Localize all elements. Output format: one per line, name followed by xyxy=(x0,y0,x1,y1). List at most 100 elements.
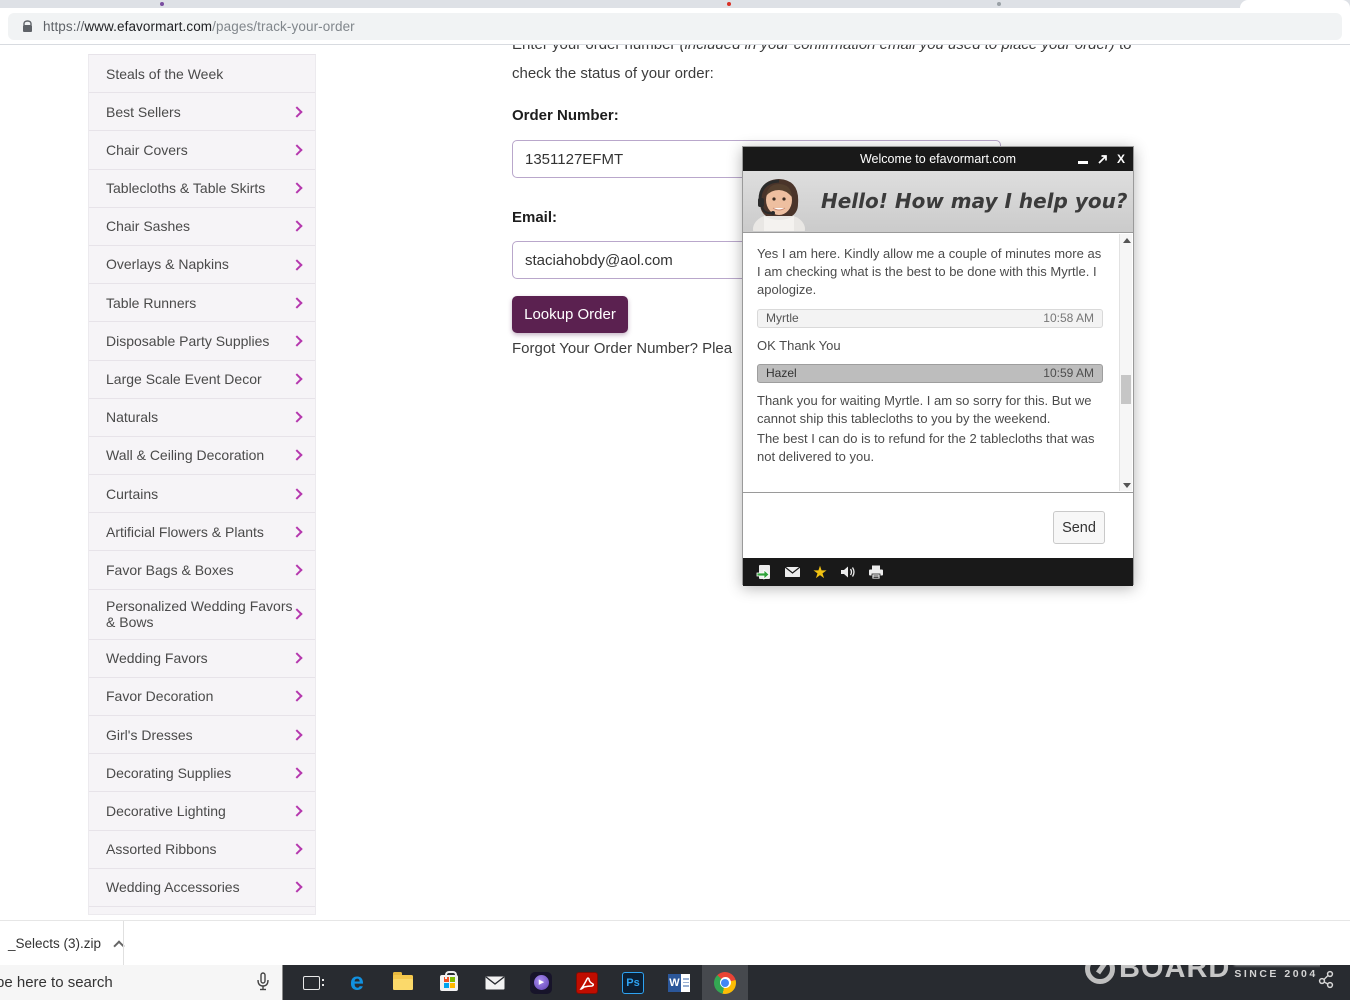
chat-message: Yes I am here. Kindly allow me a couple … xyxy=(757,245,1103,300)
minimize-icon[interactable] xyxy=(1078,154,1088,164)
browser-toolbar: https://www.efavormart.com/pages/track-y… xyxy=(0,8,1350,45)
url-text: https://www.efavormart.com/pages/track-y… xyxy=(43,19,355,34)
chat-scrollbar[interactable] xyxy=(1119,234,1132,491)
browser-tab-strip xyxy=(0,0,1350,8)
address-bar[interactable]: https://www.efavormart.com/pages/track-y… xyxy=(8,13,1342,40)
sidebar-item-label: Chair Covers xyxy=(106,142,188,158)
download-divider xyxy=(123,921,124,966)
chat-message-time: 10:58 AM xyxy=(1043,311,1094,325)
send-button[interactable]: Send xyxy=(1053,511,1105,544)
task-view-icon[interactable] xyxy=(288,965,334,1000)
sidebar-item[interactable]: Large Scale Event Decor xyxy=(89,361,315,399)
order-number-label: Order Number: xyxy=(512,107,619,124)
sidebar-item[interactable]: Girl's Dresses xyxy=(89,716,315,754)
sidebar-item[interactable]: Assorted Ribbons xyxy=(89,831,315,869)
sidebar-item[interactable]: Wedding Favors xyxy=(89,640,315,678)
intro-text-line2: check the status of your order: xyxy=(512,65,714,82)
sidebar-item-label: Decorative Lighting xyxy=(106,803,226,819)
chat-agent-name: Hazel xyxy=(766,366,797,380)
sidebar-item[interactable]: Wedding Accessories xyxy=(89,869,315,907)
chat-titlebar[interactable]: Welcome to efavormart.com X xyxy=(743,147,1133,171)
chat-widget: Welcome to efavormart.com X xyxy=(742,146,1134,585)
taskbar-search[interactable]: pe here to search xyxy=(0,965,283,1000)
sidebar-item[interactable]: Disposable Party Supplies xyxy=(89,322,315,360)
chat-title: Welcome to efavormart.com xyxy=(860,152,1016,166)
sidebar-item-label: Favor Decoration xyxy=(106,688,213,704)
media-player-icon[interactable]: ▶ xyxy=(518,965,564,1000)
scroll-down-icon[interactable] xyxy=(1120,479,1133,491)
sidebar-item-partial xyxy=(89,907,315,915)
chat-message-paragraph: The best I can do is to refund for the 2… xyxy=(757,430,1103,466)
print-icon[interactable] xyxy=(867,563,885,581)
search-text: pe here to search xyxy=(0,974,113,991)
lock-icon xyxy=(22,20,33,33)
chat-message: OK Thank You xyxy=(757,337,1103,355)
download-item[interactable]: _Selects (3).zip xyxy=(8,921,123,966)
rating-star-icon[interactable]: ★ xyxy=(811,563,829,581)
scrollbar-thumb[interactable] xyxy=(1121,375,1131,404)
chat-message-paragraph: OK Thank You xyxy=(757,337,1103,355)
photoshop-icon[interactable]: Ps xyxy=(610,965,656,1000)
chevron-right-icon xyxy=(291,373,302,384)
file-explorer-icon[interactable] xyxy=(380,965,426,1000)
sidebar-item[interactable]: Curtains xyxy=(89,475,315,513)
sidebar-menu: Steals of the Week Best Sellers Chair Cove… xyxy=(89,55,315,907)
lookup-order-button[interactable]: Lookup Order xyxy=(512,296,628,333)
sidebar-item[interactable]: Naturals xyxy=(89,399,315,437)
chevron-right-icon xyxy=(291,767,302,778)
sidebar-item-label: Girl's Dresses xyxy=(106,727,193,743)
sidebar-item[interactable]: Wall & Ceiling Decoration xyxy=(89,437,315,475)
chevron-right-icon xyxy=(291,691,302,702)
sidebar-item[interactable]: Chair Covers xyxy=(89,131,315,169)
edge-icon[interactable]: e xyxy=(334,965,380,1000)
chat-message: Thank you for waiting Myrtle. I am so so… xyxy=(757,392,1103,467)
chevron-right-icon xyxy=(291,106,302,117)
sidebar-item-label: Table Runners xyxy=(106,295,196,311)
chevron-right-icon xyxy=(291,843,302,854)
acrobat-icon[interactable] xyxy=(564,965,610,1000)
chat-message-meta: Myrtle10:58 AM xyxy=(757,309,1103,328)
sidebar-item[interactable]: Favor Decoration xyxy=(89,678,315,716)
active-tab[interactable] xyxy=(1240,0,1350,8)
chevron-right-icon xyxy=(291,297,302,308)
scroll-up-icon[interactable] xyxy=(1120,234,1133,246)
close-icon[interactable]: X xyxy=(1117,153,1125,165)
word-icon[interactable]: W xyxy=(656,965,702,1000)
chat-message-time: 10:59 AM xyxy=(1043,366,1094,380)
chevron-right-icon xyxy=(291,335,302,346)
sidebar-item-label: Personalized Wedding Favors & Bows xyxy=(106,598,293,630)
popout-icon[interactable] xyxy=(1097,154,1108,165)
forgot-order-text: Forgot Your Order Number? Plea xyxy=(512,340,732,357)
chevron-right-icon xyxy=(291,526,302,537)
chrome-icon[interactable] xyxy=(702,965,748,1000)
chat-greeting: Hello! How may I help you? xyxy=(821,189,1127,213)
sidebar-item[interactable]: Personalized Wedding Favors & Bows xyxy=(89,590,315,640)
chevron-right-icon xyxy=(291,144,302,155)
agent-avatar xyxy=(746,172,810,231)
sidebar-item[interactable]: Steals of the Week xyxy=(89,55,315,93)
sidebar-item[interactable]: Artificial Flowers & Plants xyxy=(89,513,315,551)
sidebar-item[interactable]: Tablecloths & Table Skirts xyxy=(89,170,315,208)
sidebar-item[interactable]: Favor Bags & Boxes xyxy=(89,551,315,589)
sound-icon[interactable] xyxy=(839,563,857,581)
chevron-right-icon xyxy=(291,259,302,270)
sidebar-item[interactable]: Decorating Supplies xyxy=(89,754,315,792)
sidebar-item-label: Overlays & Napkins xyxy=(106,256,229,272)
sidebar-item[interactable]: Overlays & Napkins xyxy=(89,246,315,284)
sidebar-item[interactable]: Table Runners xyxy=(89,284,315,322)
save-transcript-icon[interactable] xyxy=(755,563,773,581)
chevron-right-icon xyxy=(291,221,302,232)
chat-input-area[interactable]: Send xyxy=(743,493,1133,558)
chevron-right-icon xyxy=(291,412,302,423)
chat-window-controls: X xyxy=(1078,147,1125,171)
sidebar-item[interactable]: Chair Sashes xyxy=(89,208,315,246)
sidebar-item[interactable]: Decorative Lighting xyxy=(89,792,315,830)
sidebar-item[interactable]: Best Sellers xyxy=(89,93,315,131)
sidebar-item-label: Decorating Supplies xyxy=(106,765,231,781)
chat-message-area: Yes I am here. Kindly allow me a couple … xyxy=(743,232,1133,493)
mic-icon[interactable] xyxy=(256,972,270,997)
email-icon[interactable] xyxy=(783,563,801,581)
sidebar-item-label: Steals of the Week xyxy=(106,66,223,82)
mail-icon[interactable] xyxy=(472,965,518,1000)
store-icon[interactable] xyxy=(426,965,472,1000)
